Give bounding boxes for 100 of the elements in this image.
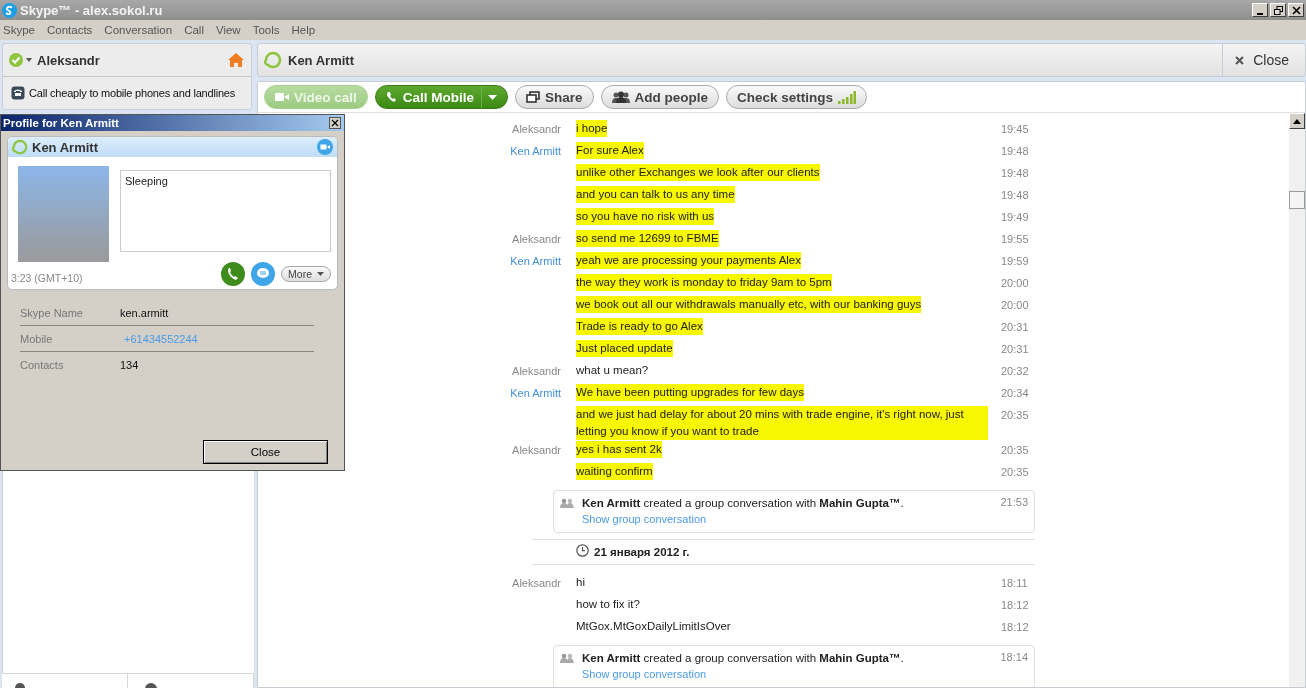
close-icon (1291, 5, 1301, 15)
message-time: 19:48 (1001, 189, 1029, 201)
message-time: 18:14 (1000, 651, 1028, 665)
dropdown-arrow[interactable] (481, 86, 498, 108)
video-camera-icon[interactable] (317, 139, 333, 155)
status-icon (264, 51, 282, 69)
close-icon (1235, 55, 1245, 65)
message-time: 19:48 (1001, 167, 1029, 179)
people-icon (560, 653, 574, 663)
message-text: MtGox.MtGoxDailyLimitIsOver (576, 619, 731, 634)
message-time: 20:31 (1001, 321, 1029, 333)
message-time: 19:48 (1001, 145, 1029, 157)
windows-icon (526, 91, 541, 103)
clock-icon (576, 544, 589, 557)
field-label: Mobile (20, 332, 54, 345)
sender-name: Aleksandr (512, 123, 561, 135)
restore-button[interactable] (1270, 3, 1286, 17)
message-time: 18:11 (1001, 577, 1028, 589)
phone-icon (11, 86, 25, 100)
phone-icon (385, 91, 398, 103)
people-icon (611, 91, 630, 103)
message-time: 19:55 (1001, 233, 1029, 245)
online-status-icon[interactable] (9, 52, 33, 68)
message-text: i hope (576, 120, 608, 137)
message-time: 20:35 (1001, 466, 1029, 478)
message-text: Just placed update (576, 340, 673, 357)
person-icon (14, 682, 26, 688)
menu-item[interactable]: View (215, 24, 241, 36)
message-text: hi (576, 575, 585, 590)
home-icon[interactable] (227, 52, 245, 68)
message-time: 20:31 (1001, 343, 1029, 355)
close-conversation-button[interactable]: Close (1222, 44, 1305, 76)
message-text: We have been putting upgrades for few days (576, 384, 805, 401)
window-title: Skype™ - alex.sokol.ru (20, 2, 164, 18)
dialog-close-button[interactable] (329, 117, 341, 129)
event-text: Ken Armitt created a group conversation with Mahin Gupta™. (582, 496, 905, 511)
message-time: 21:53 (1000, 496, 1028, 510)
toolbar-button[interactable]: Share (515, 85, 594, 109)
restore-icon (1273, 5, 1283, 15)
message-text: so you have no risk with us (576, 208, 715, 225)
message-time: 20:35 (1001, 444, 1029, 456)
message-time: 20:00 (1001, 299, 1029, 311)
field-label: Contacts (20, 358, 65, 371)
close-icon (331, 119, 339, 127)
sender-name: Aleksandr (512, 577, 561, 589)
mood-message-field[interactable]: Sleeping (120, 170, 331, 252)
message-time: 18:12 (1001, 621, 1029, 633)
message-text: the way they work is monday to friday 9am to 5pm (576, 274, 832, 291)
user-name: Aleksandr (37, 52, 101, 68)
menu-item[interactable]: Contacts (46, 24, 93, 36)
people-icon (560, 498, 574, 508)
sender-name: Aleksandr (512, 365, 561, 377)
profile-name: Ken Armitt (32, 139, 99, 155)
message-text: unlike other Exchanges we look after our clients (576, 164, 820, 181)
caret-icon (317, 272, 324, 276)
field-value: ken.armitt (120, 306, 169, 319)
scroll-up-button[interactable] (1289, 113, 1305, 129)
sender-name: Ken Armitt (510, 387, 561, 399)
status-icon (12, 139, 28, 155)
caret-icon (488, 94, 498, 100)
menu-item[interactable]: Tools (252, 24, 280, 36)
message-time: 19:45 (1001, 123, 1029, 135)
contact-name: Ken Armitt (288, 52, 355, 68)
chat-button[interactable] (251, 262, 276, 286)
message-text: how to fix it? (576, 597, 640, 612)
message-time: 20:34 (1001, 387, 1029, 399)
toolbar-button[interactable]: Check settings (726, 85, 868, 109)
sender-name: Ken Armitt (510, 145, 561, 157)
minimize-button[interactable] (1252, 3, 1268, 17)
video-camera-icon (275, 91, 289, 103)
sender-name: Ken Armitt (510, 255, 561, 267)
minimize-icon (1257, 12, 1263, 15)
message-time: 20:00 (1001, 277, 1029, 289)
show-group-link[interactable]: Show group conversation (582, 668, 707, 680)
show-group-link[interactable]: Show group conversation (582, 513, 707, 525)
promo-link[interactable]: Call cheaply to mobile phones and landlines (29, 87, 236, 99)
message-text: we book out all our withdrawals manually etc, with our banking guys (576, 296, 922, 313)
message-time: 20:32 (1001, 365, 1029, 377)
more-button[interactable]: More (281, 266, 331, 282)
close-window-button[interactable] (1288, 3, 1304, 17)
signal-bars-icon (838, 90, 857, 104)
close-button[interactable]: Close (203, 440, 328, 464)
menu-item[interactable]: Conversation (104, 24, 173, 36)
menu-item[interactable]: Skype (3, 24, 35, 36)
message-text: For sure Alex (576, 142, 644, 159)
message-time: 20:35 (1001, 409, 1029, 421)
menu-item[interactable]: Help (291, 24, 316, 36)
toolbar-button[interactable]: Add people (600, 85, 720, 109)
message-text: so send me 12699 to FBME (576, 230, 719, 247)
up-arrow-icon (1293, 118, 1301, 124)
menu-item[interactable]: Call (184, 24, 204, 36)
message-text: Trade is ready to go Alex (576, 318, 703, 335)
message-text: yeah we are processing your payments Alex (576, 252, 801, 269)
call-button[interactable] (221, 262, 246, 286)
toolbar-button[interactable]: Call Mobile (374, 85, 509, 109)
message-text: yes i has sent 2k (576, 441, 662, 458)
scrollbar[interactable] (1289, 113, 1305, 687)
scroll-thumb[interactable] (1289, 191, 1305, 209)
message-text: what u mean? (576, 363, 649, 378)
date-separator: 21 января 2012 г. (594, 546, 690, 558)
